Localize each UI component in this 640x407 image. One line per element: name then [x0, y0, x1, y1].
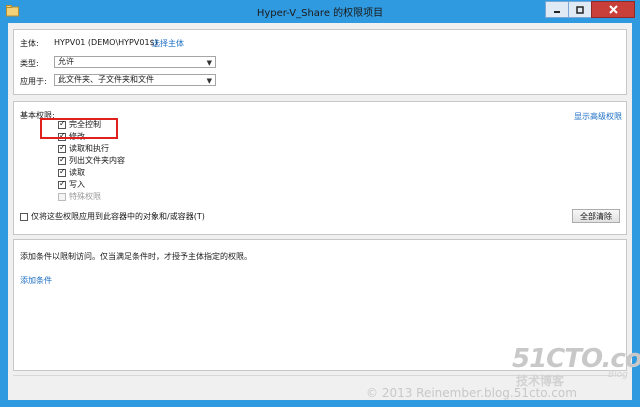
select-principal-link[interactable]: 选择主体	[152, 38, 184, 49]
checkbox-label: 读取和执行	[69, 144, 109, 153]
checkbox-label: 仅将这些权限应用到此容器中的对象和/或容器(T)	[31, 212, 205, 221]
principal-value: HYPV01 (DEMO\HYPV01$)	[54, 38, 158, 47]
checkbox-box[interactable]	[58, 179, 66, 189]
minimize-icon	[554, 10, 560, 13]
principal-panel: 主体: HYPV01 (DEMO\HYPV01$) 选择主体 类型: 允许 ▼ …	[13, 29, 627, 95]
chevron-down-icon: ▼	[206, 77, 212, 85]
checkbox-write[interactable]: 写入	[58, 179, 85, 190]
close-icon	[608, 5, 618, 14]
applies-to-label: 应用于:	[20, 77, 47, 86]
checkbox-box	[58, 192, 66, 201]
checkbox-read[interactable]: 读取	[58, 167, 85, 178]
checkbox-box[interactable]	[58, 143, 66, 153]
checkbox-box[interactable]	[58, 167, 66, 177]
minimize-button[interactable]	[545, 1, 569, 18]
principal-label: 主体:	[20, 39, 39, 48]
window-controls	[545, 1, 635, 18]
checkbox-box[interactable]	[20, 212, 28, 221]
checkbox-label: 特殊权限	[69, 192, 101, 201]
window-title: Hyper-V_Share 的权限项目	[256, 8, 384, 19]
checkbox-label: 读取	[69, 168, 85, 177]
type-select[interactable]: 允许 ▼	[54, 56, 216, 68]
type-label: 类型:	[20, 59, 39, 68]
checkbox-list-folder[interactable]: 列出文件夹内容	[58, 155, 125, 166]
full-control-highlight-box	[40, 118, 118, 139]
title-bar[interactable]: Hyper-V_Share 的权限项目	[1, 1, 639, 21]
add-condition-link[interactable]: 添加条件	[20, 275, 52, 286]
type-select-value: 允许	[58, 57, 74, 66]
checkbox-special-permissions: 特殊权限	[58, 191, 101, 202]
watermark-blog: Blog	[608, 370, 628, 380]
chevron-down-icon: ▼	[206, 59, 212, 67]
clear-all-button[interactable]: 全部清除	[572, 209, 620, 223]
checkbox-read-execute[interactable]: 读取和执行	[58, 143, 109, 154]
applies-to-select-value: 此文件夹、子文件夹和文件	[58, 75, 154, 84]
applies-to-select[interactable]: 此文件夹、子文件夹和文件 ▼	[54, 74, 216, 86]
conditions-description: 添加条件以限制访问。仅当满足条件时，才授予主体指定的权限。	[20, 252, 252, 261]
checkbox-box[interactable]	[58, 155, 66, 165]
checkbox-label: 写入	[69, 180, 85, 189]
watermark-copyright: © 2013 Reinember.blog.51cto.com	[366, 386, 577, 400]
maximize-icon	[576, 5, 584, 14]
checkbox-apply-only-container[interactable]: 仅将这些权限应用到此容器中的对象和/或容器(T)	[20, 211, 205, 222]
close-button[interactable]	[591, 1, 635, 18]
checkbox-label: 列出文件夹内容	[69, 156, 125, 165]
show-advanced-permissions-link[interactable]: 显示高级权限	[574, 111, 622, 122]
maximize-button[interactable]	[568, 1, 592, 18]
